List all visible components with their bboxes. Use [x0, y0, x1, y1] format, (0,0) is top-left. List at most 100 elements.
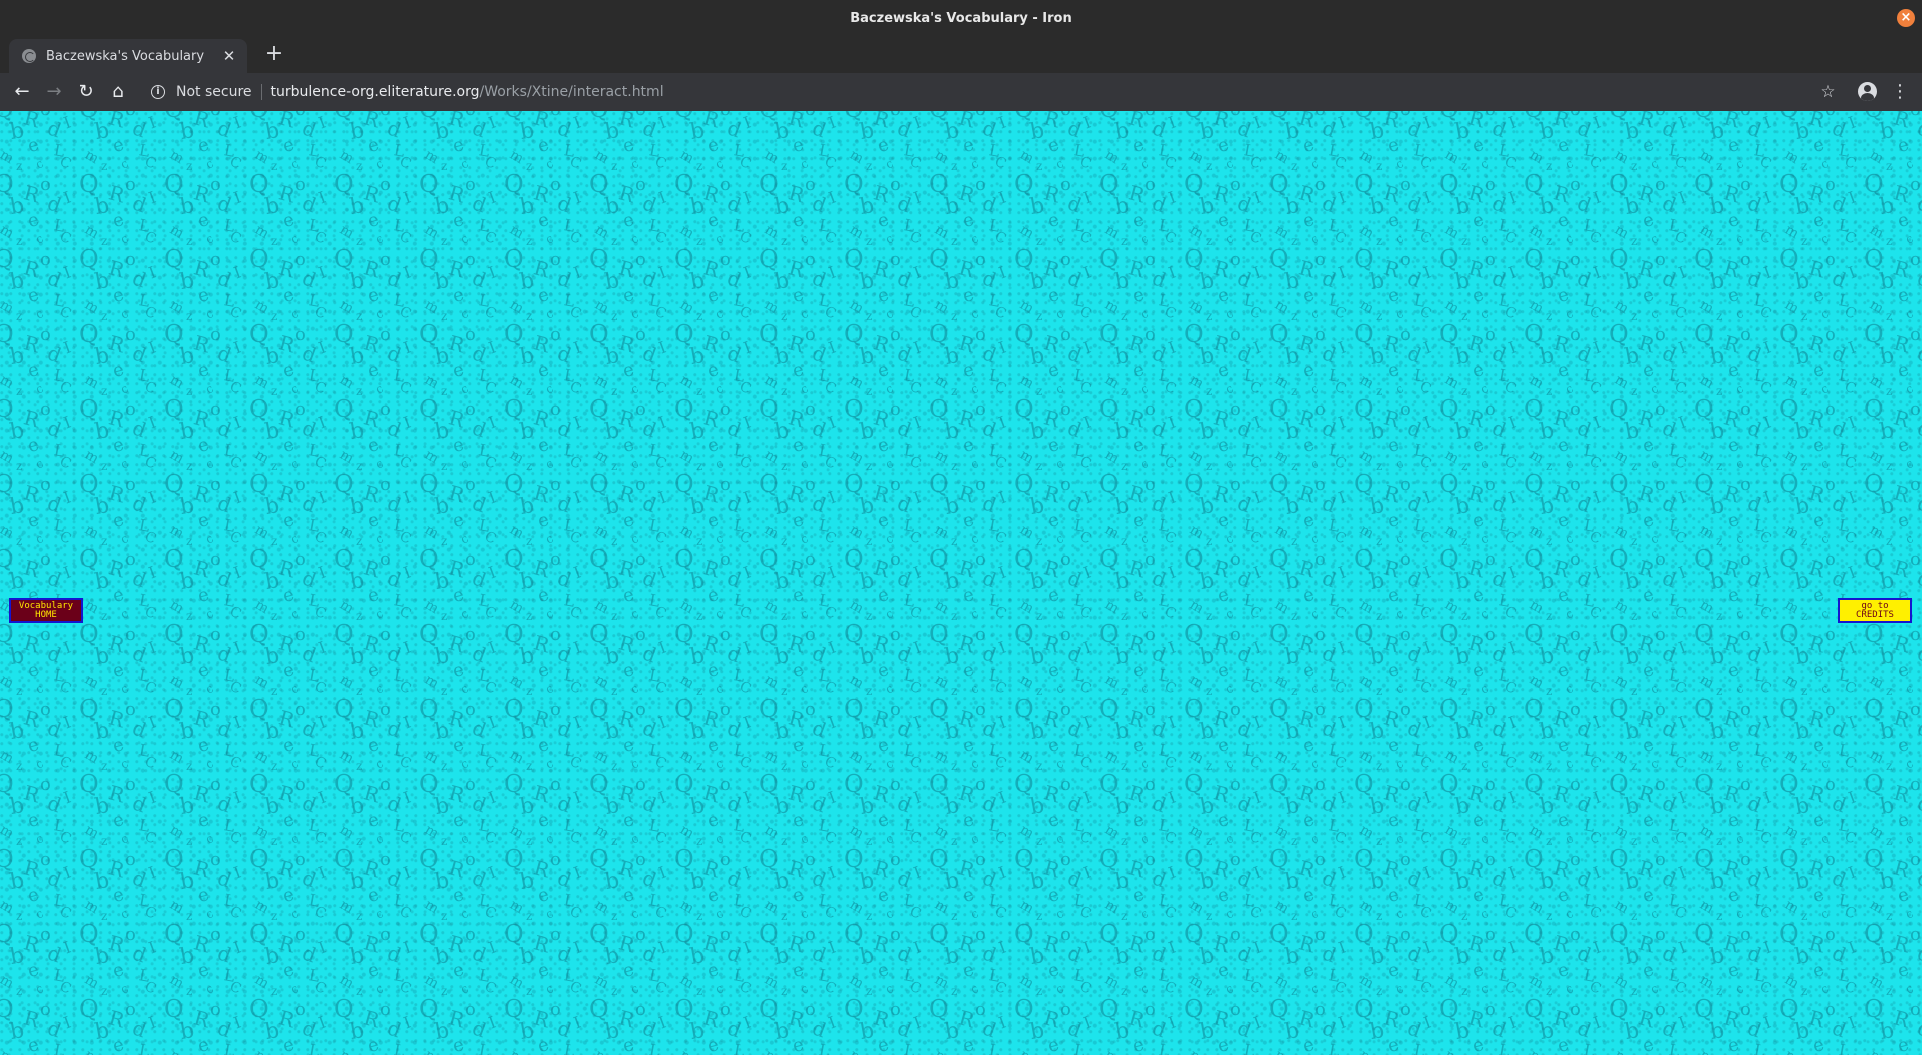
background-glyph: z	[101, 159, 107, 173]
profile-avatar-icon[interactable]	[1858, 82, 1877, 101]
background-glyph: m	[507, 222, 527, 242]
background-glyph: d	[299, 416, 319, 443]
background-glyph: d	[809, 266, 829, 293]
background-glyph: I	[1676, 187, 1688, 207]
background-glyph: o	[1485, 174, 1496, 195]
background-glyph: d	[214, 266, 234, 293]
background-glyph: e	[1130, 284, 1146, 307]
back-button[interactable]: ←	[10, 80, 34, 104]
home-button[interactable]: ⌂	[106, 80, 130, 104]
background-glyph: z	[101, 459, 107, 473]
address-bar[interactable]: i Not secure turbulence-org.eliterature.…	[140, 77, 1780, 107]
background-glyph: b	[8, 418, 26, 445]
background-glyph: z	[1461, 384, 1467, 398]
background-glyph: e	[1810, 284, 1826, 307]
new-tab-button[interactable]: +	[262, 43, 286, 67]
background-glyph: b	[1793, 343, 1811, 370]
background-glyph: R	[956, 330, 977, 357]
background-glyph: m	[252, 297, 272, 317]
background-glyph: I	[911, 337, 923, 357]
background-glyph: R	[1891, 255, 1912, 282]
background-glyph: e	[960, 284, 976, 307]
background-glyph: o	[1910, 249, 1921, 270]
background-glyph: c	[543, 381, 556, 396]
forward-button[interactable]: →	[42, 80, 66, 104]
background-glyph: C	[1672, 228, 1688, 247]
background-glyph: b	[943, 118, 961, 145]
background-glyph: z	[1801, 384, 1807, 398]
background-glyph: e	[365, 434, 381, 457]
background-glyph: z	[441, 384, 447, 398]
background-glyph: R	[871, 255, 892, 282]
background-glyph: c	[1223, 456, 1236, 471]
background-glyph: e	[1555, 134, 1571, 157]
background-glyph: C	[907, 153, 923, 172]
background-glyph: e	[280, 134, 296, 157]
background-glyph: m	[1442, 147, 1462, 167]
background-glyph: e	[535, 134, 551, 157]
window-close-button[interactable]: ×	[1897, 9, 1915, 27]
background-glyph: z	[866, 384, 872, 398]
background-glyph: L	[392, 440, 406, 461]
background-glyph: o	[125, 111, 136, 120]
background-glyph: b	[433, 418, 451, 445]
background-glyph: c	[288, 156, 301, 171]
background-glyph: Q	[589, 170, 609, 198]
background-glyph: C	[1077, 453, 1093, 472]
background-glyph: b	[1283, 118, 1301, 145]
background-glyph: R	[21, 111, 42, 133]
background-glyph: z	[951, 234, 957, 248]
background-glyph: R	[701, 405, 722, 432]
background-glyph: e	[280, 209, 296, 232]
background-glyph: I	[826, 112, 838, 132]
background-glyph: m	[1612, 372, 1632, 392]
background-glyph: z	[1376, 159, 1382, 173]
background-glyph: e	[110, 434, 126, 457]
background-glyph: m	[1017, 447, 1037, 467]
tab-close-icon[interactable]: ✕	[221, 47, 237, 65]
background-glyph: L	[1667, 140, 1681, 161]
background-glyph: c	[1223, 306, 1236, 321]
background-glyph: d	[299, 266, 319, 293]
background-glyph: R	[871, 111, 892, 133]
background-glyph: R	[1126, 180, 1147, 207]
background-glyph: b	[348, 418, 366, 445]
background-glyph: L	[1412, 440, 1426, 461]
background-glyph: I	[741, 412, 753, 432]
background-glyph: m	[762, 372, 782, 392]
background-glyph: b	[433, 343, 451, 370]
background-glyph: b	[1028, 268, 1046, 295]
background-glyph: L	[902, 440, 916, 461]
background-glyph: R	[1041, 330, 1062, 357]
tab-active[interactable]: Baczewska's Vocabulary ✕	[9, 39, 247, 73]
background-glyph: c	[1648, 156, 1661, 171]
background-glyph: Q	[1439, 320, 1459, 348]
background-glyph: e	[110, 134, 126, 157]
background-glyph: I	[401, 187, 413, 207]
background-glyph: I	[1761, 187, 1773, 207]
background-glyph: o	[1060, 174, 1071, 195]
background-glyph: Q	[1099, 170, 1119, 198]
background-glyph: z	[1461, 459, 1467, 473]
background-glyph: C	[652, 453, 668, 472]
background-glyph: I	[1846, 187, 1858, 207]
background-glyph: L	[1157, 365, 1171, 386]
background-glyph: b	[1368, 268, 1386, 295]
info-icon[interactable]: i	[151, 85, 165, 99]
reload-button[interactable]: ↻	[74, 80, 98, 104]
bookmark-star-icon[interactable]: ☆	[1816, 80, 1840, 104]
kebab-menu-icon[interactable]: ⋮	[1888, 80, 1912, 104]
background-glyph: z	[1376, 234, 1382, 248]
background-glyph: z	[781, 309, 787, 323]
background-glyph: m	[507, 147, 527, 167]
background-glyph: m	[252, 222, 272, 242]
background-glyph: b	[1708, 343, 1726, 370]
background-glyph: z	[951, 309, 957, 323]
background-glyph: c	[543, 306, 556, 321]
background-glyph: I	[1166, 337, 1178, 357]
background-glyph: z	[696, 384, 702, 398]
background-glyph: o	[1825, 174, 1836, 195]
background-glyph: e	[1215, 134, 1231, 157]
background-glyph: e	[365, 359, 381, 382]
background-glyph: Q	[1354, 170, 1374, 198]
